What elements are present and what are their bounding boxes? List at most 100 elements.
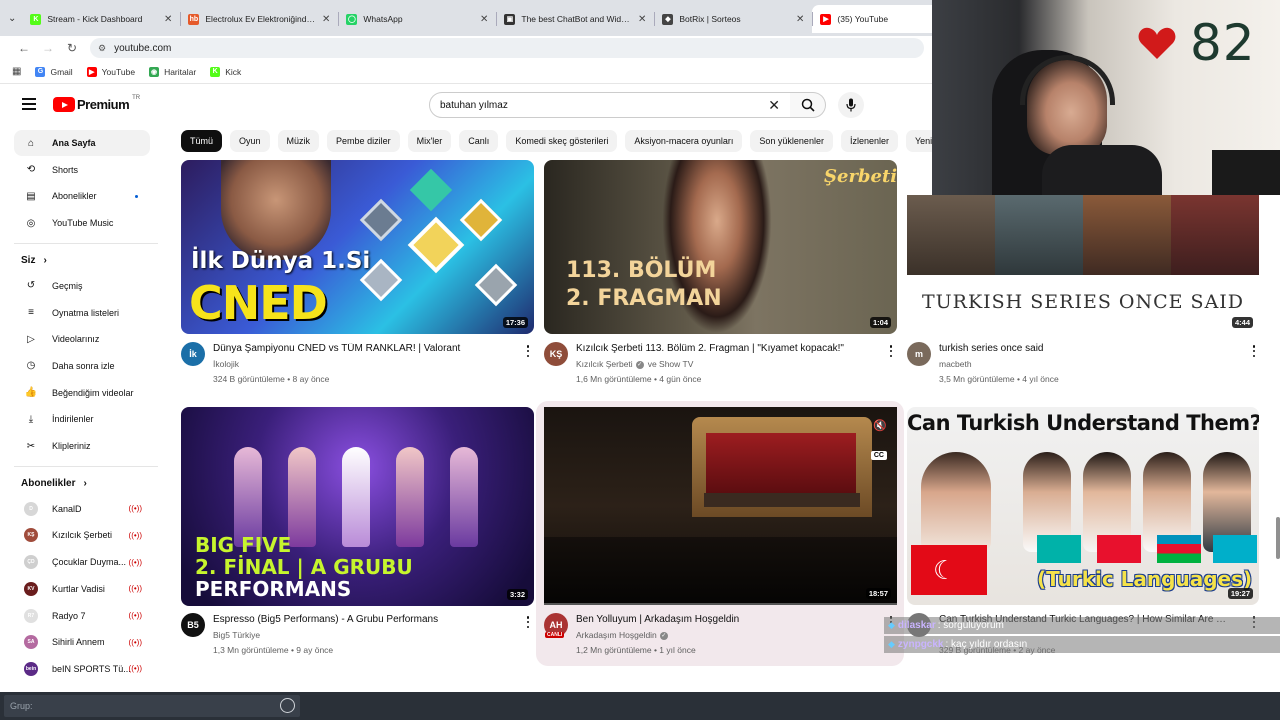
channel-name[interactable]: Arkadaşım Hoşgeldin ✓ — [576, 630, 668, 640]
filter-chip[interactable]: Müzik — [277, 130, 320, 152]
mute-icon[interactable]: 🔇 — [873, 419, 887, 432]
video-thumbnail[interactable]: Can Turkish Understand Them? ☾ (Turkic L… — [907, 407, 1259, 605]
video-thumbnail[interactable]: Şerbeti 113. BÖLÜM 2. FRAGMAN 1:04 — [544, 160, 897, 334]
browser-tab-strip: ⌄ K Stream - Kick Dashboard ✕ hb Electrolux … — [0, 0, 971, 36]
video-preview-player[interactable]: 🔇 CC 18:57 — [544, 407, 897, 605]
subscription-item[interactable]: SA Sihirli Annem ((•)) — [14, 629, 150, 655]
apps-grid-icon[interactable]: ▦ — [12, 66, 21, 77]
reload-icon[interactable]: ↻ — [60, 41, 84, 55]
subscription-label: Kızılcık Şerbeti — [52, 530, 113, 541]
more-options-icon[interactable] — [887, 344, 895, 358]
tab-close-icon[interactable]: ✕ — [480, 14, 488, 25]
filter-chip[interactable]: Canlı — [459, 130, 499, 152]
address-bar[interactable]: ⚙ youtube.com — [90, 38, 924, 58]
captions-icon[interactable]: CC — [870, 451, 887, 460]
subscription-item[interactable]: bein beIN SPORTS Tü... ((•)) — [14, 656, 150, 682]
video-title[interactable]: Dünya Şampiyonu CNED vs TÜM RANKLAR! | V… — [213, 343, 513, 354]
scrollbar-thumb[interactable] — [1276, 517, 1280, 559]
bookmark-item[interactable]: K Kick — [210, 66, 241, 77]
channel-name[interactable]: Big5 Türkiye — [213, 630, 260, 640]
video-thumbnail[interactable]: BIG FIVE 2. FİNAL | A GRUBU PERFORMANS 3… — [181, 407, 534, 606]
channel-name[interactable]: macbeth — [939, 359, 972, 369]
you-section-title[interactable]: Siz › — [21, 255, 47, 266]
bookmark-item[interactable]: ◉ Haritalar — [149, 66, 196, 77]
channel-avatar[interactable]: m — [907, 342, 931, 366]
filter-chip[interactable]: Pembe diziler — [327, 130, 400, 152]
sidebar-item[interactable]: ⌂ Ana Sayfa — [14, 130, 150, 156]
video-title[interactable]: Ben Yolluyum | Arkadaşım Hoşgeldin — [576, 614, 876, 625]
browser-tab[interactable]: hb Electrolux Ev Elektroniğinde Ka ✕ — [180, 5, 338, 33]
browser-tab[interactable]: ◯ WhatsApp ✕ — [338, 5, 496, 33]
subscription-label: beIN SPORTS Tü... — [52, 663, 131, 674]
group-input[interactable]: Grup: — [4, 695, 300, 717]
browser-tab[interactable]: K Stream - Kick Dashboard ✕ — [22, 5, 180, 33]
subscription-item[interactable]: R7 Radyo 7 ((•)) — [14, 603, 150, 629]
subscriptions-section-title[interactable]: Abonelikler › — [21, 478, 87, 489]
voice-search-button[interactable] — [838, 92, 864, 118]
search-input[interactable]: batuhan yılmaz ✕ — [429, 92, 791, 118]
more-options-icon[interactable] — [1250, 344, 1258, 358]
back-icon[interactable]: ← — [12, 41, 36, 55]
filter-chip[interactable]: Yeni — [905, 130, 932, 152]
video-thumbnail[interactable]: TURKISH SERIES ONCE SAID 4:44 — [907, 195, 1259, 334]
video-duration: 1:04 — [869, 317, 891, 328]
menu-icon[interactable] — [22, 98, 36, 110]
history-icon: ↺ — [26, 280, 36, 292]
subscription-item[interactable]: KŞ Kızılcık Şerbeti ((•)) — [14, 522, 150, 548]
preview-progress-track[interactable] — [544, 603, 897, 605]
tab-close-icon[interactable]: ✕ — [638, 14, 646, 25]
playlists-icon: ≡ — [28, 307, 34, 318]
video-title[interactable]: Espresso (Big5 Performans) - A Grubu Per… — [213, 614, 513, 625]
video-title[interactable]: turkish series once said — [939, 343, 1239, 354]
sidebar-item[interactable]: ↺ Geçmiş — [14, 273, 150, 299]
browser-tab[interactable]: ▣ The best ChatBot and Widgets ✕ — [496, 5, 654, 33]
subscription-item[interactable]: KV Kurtlar Vadisi ((•)) — [14, 576, 150, 602]
video-title[interactable]: Kızılcık Şerbeti 113. Bölüm 2. Fragman |… — [576, 343, 876, 354]
sidebar-item[interactable]: 👍 Beğendiğim videolar — [14, 380, 150, 406]
bookmark-icon: G — [35, 66, 46, 77]
filter-chip[interactable]: Son yüklenenler — [750, 130, 833, 152]
bookmark-item[interactable]: ▶ YouTube — [86, 66, 136, 77]
tab-close-icon[interactable]: ✕ — [322, 14, 330, 25]
channel-name[interactable]: İkolojik — [213, 359, 239, 369]
filter-chip[interactable]: Oyun — [230, 130, 270, 152]
forward-icon[interactable]: → — [36, 41, 60, 55]
search-button[interactable] — [790, 92, 826, 118]
sidebar-item[interactable]: ◎ YouTube Music — [14, 210, 150, 236]
channel-avatar[interactable]: B5 — [181, 613, 205, 637]
channel-avatar[interactable]: KŞ — [544, 342, 568, 366]
sidebar-item[interactable]: ⤓ İndirilenler — [14, 406, 150, 432]
sidebar-item-label: Shorts — [52, 164, 79, 175]
subscription-item[interactable]: ÇD Çocuklar Duyma... ((•)) — [14, 549, 150, 575]
sidebar-item[interactable]: ◷ Daha sonra izle — [14, 353, 150, 379]
youtube-premium-logo[interactable]: Premium TR — [53, 95, 140, 112]
tab-search-icon[interactable]: ⌄ — [8, 8, 16, 28]
channel-name[interactable]: Kızılcık Şerbeti ✓ ve Show TV — [576, 359, 693, 369]
site-info-icon[interactable]: ⚙ — [98, 43, 106, 54]
sidebar-item[interactable]: ⟲ Shorts — [14, 157, 150, 183]
video-thumbnail[interactable]: İlk Dünya 1.Si CNED 17:36 — [181, 160, 534, 334]
browser-tab[interactable]: ◆ BotRix | Sorteos ✕ — [654, 5, 812, 33]
more-options-icon[interactable] — [524, 344, 532, 358]
filter-chip[interactable]: İzlenenler — [840, 130, 898, 152]
live-broadcast-icon: ((•)) — [128, 557, 142, 567]
filter-chip[interactable]: Aksiyon-macera oyunları — [625, 130, 743, 152]
filter-chip[interactable]: Komedi skeç gösterileri — [506, 130, 618, 152]
channel-avatar[interactable]: İk — [181, 342, 205, 366]
sidebar-item[interactable]: ▷ Videolarınız — [14, 326, 150, 352]
bookmark-label: YouTube — [101, 66, 136, 77]
tab-close-icon[interactable]: ✕ — [796, 14, 804, 25]
filter-chip[interactable]: Tümü — [181, 130, 223, 152]
sidebar-item[interactable]: ✂ Klipleriniz — [14, 433, 150, 459]
bookmark-item[interactable]: G Gmail — [35, 66, 73, 77]
subscription-item[interactable]: D KanalD ((•)) — [14, 496, 150, 522]
filter-chip[interactable]: Mix'ler — [407, 130, 452, 152]
youtube-play-icon — [53, 97, 75, 112]
clear-search-icon[interactable]: ✕ — [768, 97, 780, 114]
settings-ring-icon[interactable] — [280, 698, 295, 713]
sidebar-item[interactable]: ▤ Abonelikler — [14, 183, 150, 209]
more-options-icon[interactable] — [524, 615, 532, 629]
tab-close-icon[interactable]: ✕ — [164, 14, 172, 25]
sidebar-item[interactable]: ≡ Oynatma listeleri — [14, 300, 150, 326]
thumb-caption-large: PERFORMANS — [195, 577, 352, 601]
